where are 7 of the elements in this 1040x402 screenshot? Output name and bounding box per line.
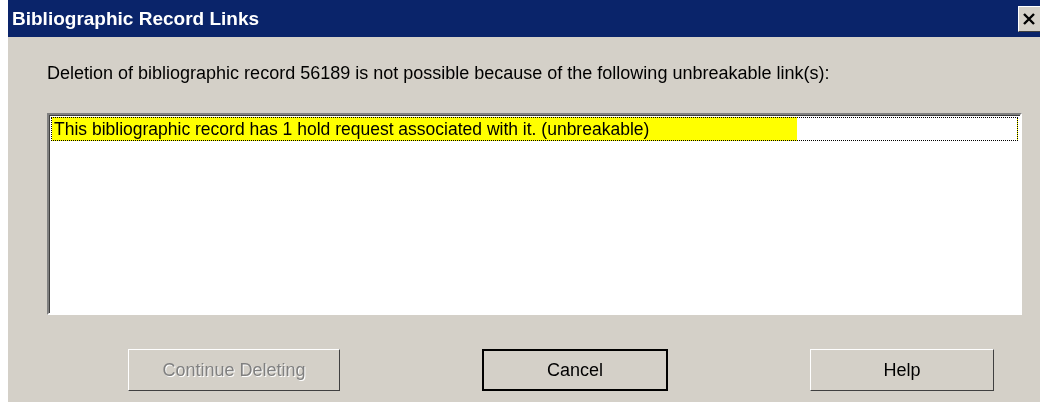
list-item[interactable]: This bibliographic record has 1 hold request associated with it. (unbreakable) <box>51 117 1018 141</box>
dialog-button[interactable]: Help <box>810 349 994 391</box>
message-text: Deletion of bibliographic record 56189 is not possible because of the following unbreakable link(s): <box>47 63 830 84</box>
window-title: Bibliographic Record Links <box>12 7 260 30</box>
close-button[interactable] <box>1018 5 1040 32</box>
close-icon <box>1022 11 1036 26</box>
default-button[interactable]: Cancel <box>482 349 668 391</box>
